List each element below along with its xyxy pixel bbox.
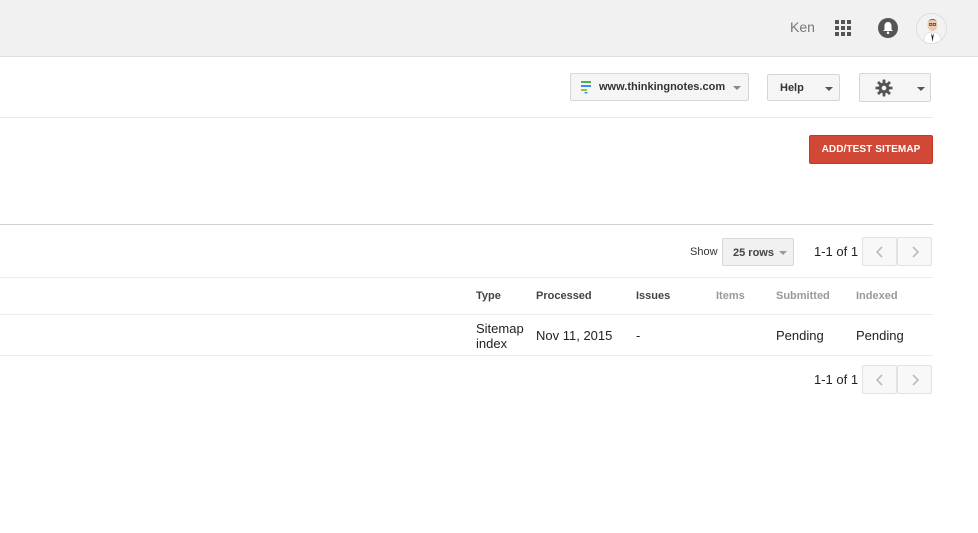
column-header-type[interactable]: Type [476,290,501,302]
site-selector-label: www.thinkingnotes.com [599,81,726,93]
chevron-down-icon [779,251,787,255]
page-range-bottom: 1-1 of 1 [814,372,859,387]
chevron-right-icon [912,374,920,386]
rows-per-page-select[interactable]: 25 rows [722,238,794,266]
top-bar: Ken [0,0,978,57]
cell-type-line1: Sitemap [476,321,524,336]
next-page-button[interactable] [897,237,932,266]
apps-grid-icon[interactable] [835,20,851,36]
avatar-icon[interactable] [916,13,947,44]
cell-submitted: Pending [776,328,824,343]
cell-processed: Nov 11, 2015 [536,328,613,343]
chevron-left-icon [875,374,883,386]
column-header-submitted[interactable]: Submitted [776,290,830,302]
page-range-top: 1-1 of 1 [814,244,859,259]
column-header-processed[interactable]: Processed [536,290,592,302]
cell-indexed: Pending [856,328,904,343]
cell-type-line2: index [476,336,508,351]
gear-icon [875,79,893,102]
show-rows-label: Show [690,246,718,258]
chevron-left-icon [875,246,883,258]
table-bottom-divider [0,355,933,356]
site-properties-icon [580,80,592,99]
site-selector[interactable]: www.thinkingnotes.com [570,73,749,101]
table-top-divider [0,277,933,278]
column-header-items[interactable]: Items [716,290,745,302]
bell-icon[interactable] [878,18,898,38]
cell-issues: - [636,328,641,343]
rows-per-page-value: 25 rows [733,247,774,259]
prev-page-button[interactable] [862,237,897,266]
user-name[interactable]: Ken [790,19,815,35]
chevron-down-icon [733,86,741,90]
help-button-label: Help [780,82,804,94]
chevron-down-icon [825,87,833,91]
toolbar-divider [0,117,933,118]
prev-page-button-bottom[interactable] [862,365,897,394]
column-header-issues[interactable]: Issues [636,290,670,302]
chevron-right-icon [912,246,920,258]
section-divider [0,224,933,225]
next-page-button-bottom[interactable] [897,365,932,394]
help-button[interactable]: Help [767,74,840,101]
add-test-sitemap-button[interactable]: ADD/TEST SITEMAP [809,135,933,164]
chevron-down-icon [917,87,925,91]
settings-button[interactable] [859,73,931,102]
column-header-indexed[interactable]: Indexed [856,290,898,302]
table-header-divider [0,314,933,315]
